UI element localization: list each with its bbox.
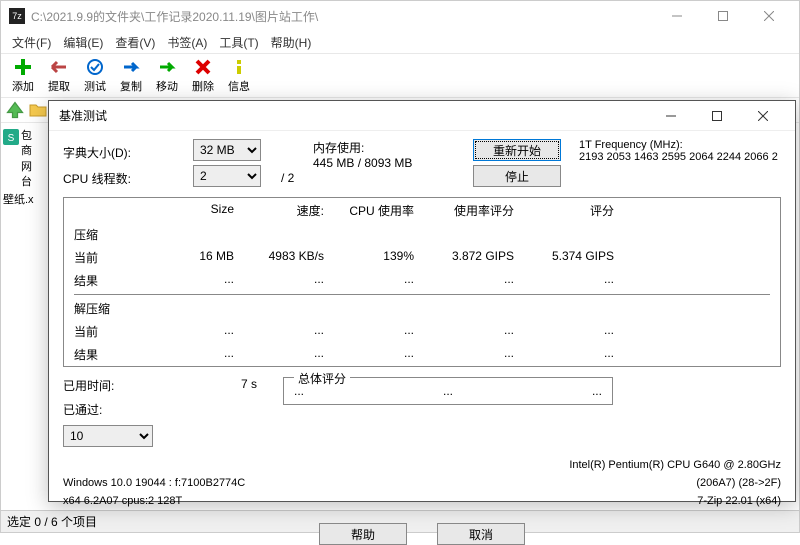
dialog-titlebar: 基准测试 (49, 101, 795, 131)
header-speed: 速度: (244, 202, 334, 219)
passes-label: 已通过: (63, 401, 193, 425)
sidebar-item[interactable]: S 包商网台 (3, 129, 41, 191)
cell: ... (244, 272, 334, 289)
sidebar-item[interactable]: 壁纸.x (3, 193, 41, 208)
dialog-maximize-button[interactable] (694, 102, 739, 130)
compress-result-label: 结果 (64, 272, 154, 289)
zip-info: 7-Zip 22.01 (x64) (569, 495, 781, 507)
header-size: Size (154, 202, 244, 219)
threads-select[interactable]: 2 (193, 165, 261, 187)
memory-value: 445 MB / 8093 MB (313, 156, 473, 170)
memory-label: 内存使用: (313, 139, 473, 156)
freq-label: 1T Frequency (MHz): (579, 139, 781, 151)
elapsed-value: 7 s (193, 377, 257, 401)
cell: 16 MB (154, 249, 244, 266)
cell: ... (244, 323, 334, 340)
dict-size-select[interactable]: 32 MB (193, 139, 261, 161)
decompress-current-label: 当前 (64, 323, 154, 340)
main-titlebar: 7z C:\2021.9.9的文件夹\工作记录2020.11.19\图片站工作\ (1, 1, 799, 31)
cell: ... (334, 346, 424, 363)
copy-button[interactable]: 复制 (113, 57, 149, 94)
cell: ... (524, 323, 624, 340)
minimize-button[interactable] (654, 2, 699, 30)
cell: 4983 KB/s (244, 249, 334, 266)
menu-view[interactable]: 查看(V) (110, 32, 160, 53)
extract-button[interactable]: 提取 (41, 57, 77, 94)
total-b: ... (443, 384, 453, 398)
header-cpu: CPU 使用率 (334, 202, 424, 219)
info-button[interactable]: 信息 (221, 57, 257, 94)
cell: 3.872 GIPS (424, 249, 524, 266)
header-rating: 使用率评分 (424, 202, 524, 219)
toolbar: 添加 提取 测试 复制 移动 删除 信息 (1, 53, 799, 97)
help-button[interactable]: 帮助 (319, 523, 407, 545)
dict-size-label: 字典大小(D): (63, 139, 193, 165)
passes-select[interactable]: 10 (63, 425, 153, 447)
xls-icon: S (3, 129, 19, 145)
move-button[interactable]: 移动 (149, 57, 185, 94)
stop-button[interactable]: 停止 (473, 165, 561, 187)
total-box: 总体评分 ... ... ... (283, 377, 613, 405)
cell: ... (244, 346, 334, 363)
cell: ... (154, 272, 244, 289)
maximize-button[interactable] (700, 2, 745, 30)
compress-label: 压缩 (64, 226, 154, 243)
cell: ... (424, 272, 524, 289)
total-label: 总体评分 (294, 370, 350, 387)
results-grid: Size 速度: CPU 使用率 使用率评分 评分 压缩 当前 16 MB 49… (63, 197, 781, 367)
menu-edit[interactable]: 编辑(E) (58, 32, 108, 53)
total-c: ... (592, 384, 602, 398)
os-info: Windows 10.0 19044 : f:7100B2774C (63, 477, 245, 489)
cancel-button[interactable]: 取消 (437, 523, 525, 545)
elapsed-label: 已用时间: (63, 377, 193, 401)
cell: ... (524, 346, 624, 363)
cell: ... (334, 323, 424, 340)
cell: ... (524, 272, 624, 289)
decompress-label: 解压缩 (64, 300, 154, 317)
cell: 139% (334, 249, 424, 266)
dialog-close-button[interactable] (740, 102, 785, 130)
add-button[interactable]: 添加 (5, 57, 41, 94)
benchmark-dialog: 基准测试 字典大小(D): CPU 线程数: 32 MB 2 / 2 内存使用:… (48, 100, 796, 502)
app-icon: 7z (9, 8, 25, 24)
sidebar: S 包商网台 壁纸.x (1, 125, 43, 214)
close-button[interactable] (746, 2, 791, 30)
sidebar-label: 包商网台 (21, 129, 41, 191)
sidebar-label: 壁纸.x (3, 193, 34, 208)
menu-bookmark[interactable]: 书签(A) (162, 32, 212, 53)
cell: ... (424, 346, 524, 363)
threads-total: / 2 (281, 165, 313, 191)
dialog-minimize-button[interactable] (648, 102, 693, 130)
cell: ... (424, 323, 524, 340)
menubar: 文件(F) 编辑(E) 查看(V) 书签(A) 工具(T) 帮助(H) (1, 31, 799, 53)
header-score: 评分 (524, 202, 624, 219)
arch-info: x64 6.2A07 cpus:2 128T (63, 495, 245, 507)
cell: ... (154, 346, 244, 363)
delete-button[interactable]: 删除 (185, 57, 221, 94)
restart-button[interactable]: 重新开始 (473, 139, 561, 161)
cell: ... (334, 272, 424, 289)
decompress-result-label: 结果 (64, 346, 154, 363)
folder-icon (29, 101, 47, 119)
menu-file[interactable]: 文件(F) (7, 32, 56, 53)
freq-values: 2193 2053 1463 2595 2064 2244 2066 2 (579, 151, 781, 163)
compress-current-label: 当前 (64, 249, 154, 266)
svg-text:S: S (8, 133, 15, 144)
cell: 5.374 GIPS (524, 249, 624, 266)
cell: ... (154, 323, 244, 340)
window-title: C:\2021.9.9的文件夹\工作记录2020.11.19\图片站工作\ (31, 8, 654, 25)
cpu-info: Intel(R) Pentium(R) CPU G640 @ 2.80GHz (569, 459, 781, 471)
menu-tools[interactable]: 工具(T) (214, 32, 263, 53)
up-icon[interactable] (5, 100, 25, 120)
cpu-id: (206A7) (28->2F) (569, 477, 781, 489)
dialog-title: 基准测试 (59, 107, 648, 124)
menu-help[interactable]: 帮助(H) (266, 32, 317, 53)
threads-label: CPU 线程数: (63, 165, 193, 191)
test-button[interactable]: 测试 (77, 57, 113, 94)
